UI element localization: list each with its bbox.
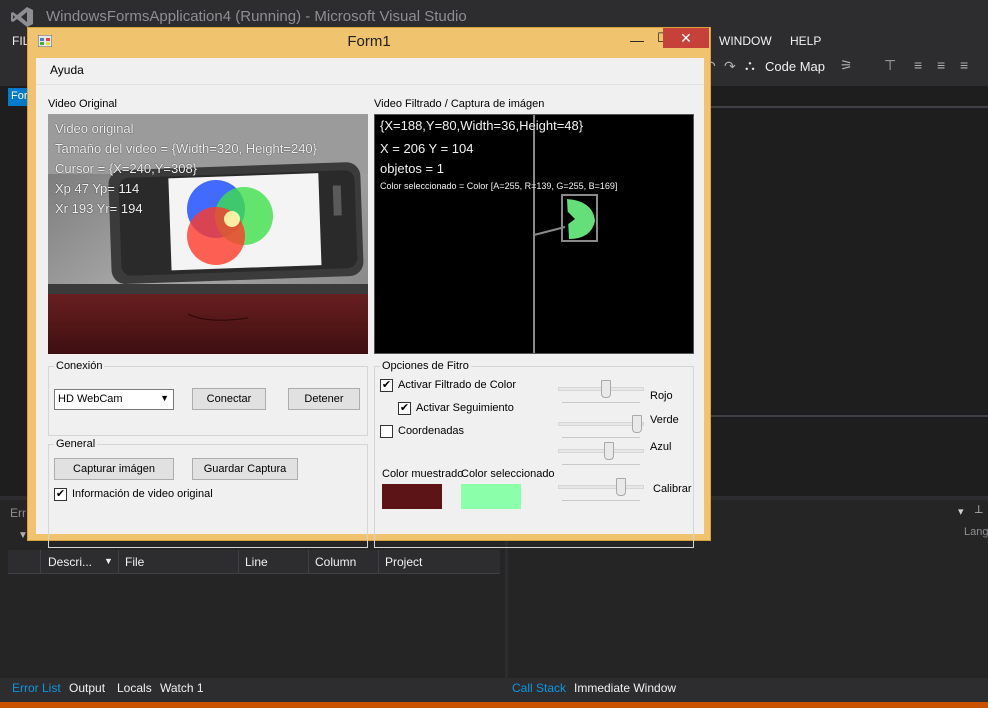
selected-color-swatch [461,484,521,509]
pin-icon[interactable]: ⊥ [974,503,984,516]
connect-button[interactable]: Conectar [192,388,266,410]
form-client-area: Ayuda Video Original Video Filtrado / Ca… [36,58,704,548]
column-column[interactable]: Column [315,555,356,569]
slider-thumb[interactable] [616,478,626,496]
camera-select-value: HD WebCam [58,393,123,405]
close-icon: ✕ [680,30,692,46]
form-title: Form1 [347,33,391,50]
camera-select[interactable]: HD WebCam ▼ [54,389,174,410]
slider-ticks [562,464,640,465]
code-map-icon[interactable]: ⛬ [745,57,755,74]
align-center-icon[interactable]: ≡ [937,57,945,73]
video-original-label: Video Original [48,98,117,110]
slider-label-azul: Azul [650,441,672,453]
info-video-checkbox[interactable]: ✔ [54,488,67,501]
overlay-xy: X = 206 Y = 104 [380,141,474,156]
tab-output[interactable]: Output [69,681,105,695]
activate-filter-label: Activar Filtrado de Color [398,379,516,391]
align-left-icon[interactable]: ≡ [914,57,922,73]
sort-arrow-icon: ▼ [104,556,113,566]
activate-filter-checkbox[interactable]: ✔ [380,379,393,392]
save-capture-button[interactable]: Guardar Captura [192,458,298,480]
tab-call-stack[interactable]: Call Stack [512,681,566,695]
slider-track[interactable] [558,449,644,453]
align-top-icon[interactable]: ⊤ [884,57,896,74]
slider-ticks [562,500,640,501]
slider-ticks [562,437,640,438]
overlay-rectangle: {X=188,Y=80,Width=36,Height=48} [380,118,584,133]
video-filtered-label: Video Filtrado / Captura de imágen [374,98,545,110]
coordinates-checkbox[interactable] [380,425,393,438]
column-separator [378,550,379,574]
vs-menu-help[interactable]: HELP [790,34,821,48]
tab-immediate-window[interactable]: Immediate Window [574,681,676,695]
code-map-button[interactable]: Code Map [765,59,825,74]
selected-color-label: Color seleccionado [461,468,555,480]
coordinates-label: Coordenadas [398,425,465,437]
check-icon: ✔ [399,402,410,414]
check-icon: ✔ [381,379,392,391]
menu-separator [36,84,704,85]
conexion-legend: Conexión [54,360,105,372]
redo-icon[interactable]: ↷ [724,58,736,75]
visual-studio-logo-icon [11,7,33,27]
menu-ayuda[interactable]: Ayuda [50,63,84,77]
stop-button[interactable]: Detener [288,388,360,410]
column-file[interactable]: File [125,555,144,569]
error-list-header: Err [10,506,26,520]
overlay-xp-yp: Xp 47 Yp= 114 [55,181,140,196]
info-video-label: Información de video original [72,488,213,500]
column-project[interactable]: Project [385,555,422,569]
align-right-icon[interactable]: ≡ [960,57,968,73]
column-separator [308,550,309,574]
slider-label-rojo: Rojo [650,390,673,402]
slider-thumb[interactable] [632,415,642,433]
column-line[interactable]: Line [245,555,268,569]
column-separator [118,550,119,574]
general-legend: General [54,438,98,450]
column-separator [238,550,239,574]
filter-options-legend: Opciones de Fitro [380,360,471,372]
activate-tracking-label: Activar Seguimiento [416,402,514,414]
slider-label-calibrar: Calibrar [653,483,692,495]
activate-tracking-checkbox[interactable]: ✔ [398,402,411,415]
vs-editor-divider [710,106,988,108]
close-button[interactable]: ✕ [663,28,709,48]
check-icon: ✔ [55,488,66,500]
video-original-picture[interactable]: Video original Tamaño del video = {Width… [48,114,368,354]
overlay-cursor: Cursor = {X=240,Y=308} [55,161,198,176]
slider-track[interactable] [558,485,644,489]
vs-window-title: WindowsFormsApplication4 (Running) - Mic… [46,8,467,25]
column-description[interactable]: Descri... [48,555,92,569]
vs-pane-divider [705,415,988,417]
slider-thumb[interactable] [601,380,611,398]
vs-status-bar [0,702,988,708]
sample-color-label: Color muestrado [382,468,464,480]
form1-window: Form1 — ☐ ✕ Ayuda Video Original Video F… [27,27,711,548]
chevron-down-icon: ▼ [160,393,169,403]
column-separator [40,550,41,574]
breakpoint-options-icon[interactable]: ⚞ [840,57,853,74]
overlay-video-size: Tamaño del video = {Width=320, Height=24… [55,141,317,156]
overlay-xr-yr: Xr 193 Yr= 194 [55,201,143,216]
overlay-objects: objetos = 1 [380,161,444,176]
tab-error-list[interactable]: Error List [12,681,61,695]
tab-locals[interactable]: Locals [117,681,152,695]
slider-label-verde: Verde [650,414,679,426]
overlay-video-title: Video original [55,121,134,136]
vs-menu-window[interactable]: WINDOW [719,34,772,48]
tab-watch-1[interactable]: Watch 1 [160,681,204,695]
video-filtered-picture[interactable]: {X=188,Y=80,Width=36,Height=48} X = 206 … [374,114,694,354]
vs-document-tab[interactable]: For [8,88,28,106]
slider-ticks [562,402,640,403]
minimize-button[interactable]: — [624,32,650,50]
sample-color-swatch [382,484,442,509]
language-column-label: Lang [964,526,988,538]
slider-thumb[interactable] [604,442,614,460]
overlay-color-selected: Color seleccionado = Color [A=255, R=139… [380,181,618,191]
capture-image-button[interactable]: Capturar imágen [54,458,174,480]
dropdown-icon[interactable]: ▾ [958,505,964,518]
